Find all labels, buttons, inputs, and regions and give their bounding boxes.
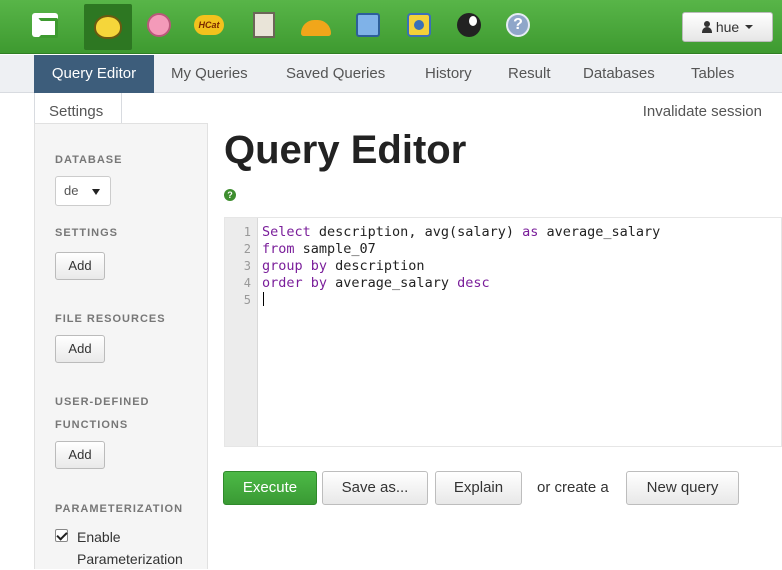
caret-down-icon xyxy=(745,25,754,29)
add-setting-button[interactable]: Add xyxy=(55,252,105,280)
query-editor[interactable]: 1 2 3 4 5 Select description, avg(salary… xyxy=(224,217,782,447)
new-query-button[interactable]: New query xyxy=(626,471,739,505)
enable-parameterization-checkbox[interactable] xyxy=(55,529,68,542)
sidebar: DATABASE de SETTINGS Add FILE RESOURCES … xyxy=(34,123,208,569)
enable-param-label-line1: Enable xyxy=(77,529,121,545)
job-designer-icon[interactable] xyxy=(301,10,331,40)
file-resources-header: FILE RESOURCES xyxy=(55,313,166,325)
hue-logo-icon[interactable] xyxy=(30,10,60,40)
database-select-value: de xyxy=(64,183,79,198)
enable-parameterization-label: Enable Parameterization xyxy=(77,526,217,570)
user-icon xyxy=(701,21,712,33)
help-icon[interactable]: ? xyxy=(503,10,533,40)
code-text: description, avg(salary) xyxy=(310,224,523,240)
code-text: description xyxy=(327,258,425,274)
udf-header-line1: USER-DEFINED xyxy=(55,396,150,408)
user-name: hue xyxy=(715,19,740,35)
tab-saved-queries[interactable]: Saved Queries xyxy=(286,55,385,93)
user-menu-button[interactable]: hue xyxy=(682,12,773,42)
tab-result[interactable]: Result xyxy=(508,55,551,93)
code-text: average_salary xyxy=(538,224,661,240)
code-text: average_salary xyxy=(327,275,458,291)
line-number: 4 xyxy=(243,276,251,290)
line-number: 2 xyxy=(243,242,251,256)
add-udf-button[interactable]: Add xyxy=(55,441,105,469)
line-number: 1 xyxy=(243,225,251,239)
database-select[interactable]: de xyxy=(55,176,111,206)
tab-my-queries[interactable]: My Queries xyxy=(171,55,248,93)
oozie-icon[interactable] xyxy=(404,10,434,40)
code-line-4: order by average_salary desc xyxy=(262,275,490,292)
or-create-text: or create a xyxy=(537,479,609,496)
line-number-gutter: 1 2 3 4 5 xyxy=(225,218,258,446)
code-keyword: order by xyxy=(262,275,328,291)
hcatalog-icon[interactable]: HCat xyxy=(194,10,224,40)
enable-param-label-line2: Parameterization xyxy=(77,551,183,567)
line-number: 3 xyxy=(243,259,251,273)
page-title: Query Editor xyxy=(224,128,467,172)
tab-tables[interactable]: Tables xyxy=(691,55,734,93)
parameterization-header: PARAMETERIZATION xyxy=(55,503,184,515)
secondary-tab-row: Settings Invalidate session xyxy=(0,93,782,129)
code-keyword: desc xyxy=(457,275,490,291)
tab-query-editor[interactable]: Query Editor xyxy=(34,55,154,93)
globe-icon[interactable] xyxy=(454,10,484,40)
line-number: 5 xyxy=(243,293,251,307)
invalidate-session-link[interactable]: Invalidate session xyxy=(643,93,762,131)
add-file-resource-button[interactable]: Add xyxy=(55,335,105,363)
top-navigation-bar: HCat ? hue xyxy=(0,0,782,54)
code-keyword: from xyxy=(262,241,295,257)
settings-header: SETTINGS xyxy=(55,227,119,239)
pig-icon[interactable] xyxy=(144,10,174,40)
database-header: DATABASE xyxy=(55,154,123,166)
code-line-3: group by description xyxy=(262,258,425,275)
code-line-1: Select description, avg(salary) as avera… xyxy=(262,224,660,241)
tab-bar: Query Editor My Queries Saved Queries Hi… xyxy=(0,55,782,93)
question-circle-icon[interactable]: ? xyxy=(224,189,236,201)
beeswax-icon[interactable] xyxy=(84,4,132,50)
job-browser-icon[interactable] xyxy=(353,10,383,40)
execute-button[interactable]: Execute xyxy=(223,471,317,505)
code-text: sample_07 xyxy=(294,241,376,257)
save-as-button[interactable]: Save as... xyxy=(322,471,428,505)
udf-header-line2: FUNCTIONS xyxy=(55,419,129,431)
code-keyword: as xyxy=(522,224,539,240)
code-keyword: group by xyxy=(262,258,328,274)
dropdown-arrow-icon xyxy=(92,189,100,195)
tab-history[interactable]: History xyxy=(425,55,472,93)
tab-databases[interactable]: Databases xyxy=(583,55,655,93)
explain-button[interactable]: Explain xyxy=(435,471,522,505)
text-cursor xyxy=(263,292,264,306)
code-line-2: from sample_07 xyxy=(262,241,376,258)
code-keyword: Select xyxy=(262,224,311,240)
file-browser-icon[interactable] xyxy=(249,10,279,40)
